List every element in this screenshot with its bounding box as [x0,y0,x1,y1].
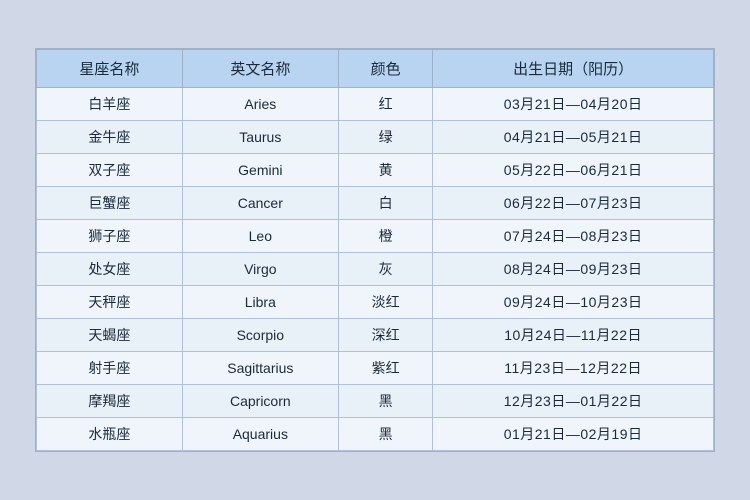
cell-chinese-name: 巨蟹座 [37,187,183,220]
cell-color: 红 [338,88,432,121]
cell-english-name: Virgo [182,253,338,286]
header-color: 颜色 [338,50,432,88]
cell-english-name: Taurus [182,121,338,154]
cell-color: 灰 [338,253,432,286]
cell-color: 橙 [338,220,432,253]
table-row: 白羊座Aries红03月21日—04月20日 [37,88,714,121]
cell-dates: 01月21日—02月19日 [433,418,714,451]
cell-dates: 11月23日—12月22日 [433,352,714,385]
cell-dates: 03月21日—04月20日 [433,88,714,121]
cell-dates: 06月22日—07月23日 [433,187,714,220]
cell-chinese-name: 射手座 [37,352,183,385]
cell-dates: 04月21日—05月21日 [433,121,714,154]
table-header-row: 星座名称 英文名称 颜色 出生日期（阳历） [37,50,714,88]
cell-chinese-name: 狮子座 [37,220,183,253]
cell-chinese-name: 天秤座 [37,286,183,319]
cell-dates: 12月23日—01月22日 [433,385,714,418]
cell-chinese-name: 双子座 [37,154,183,187]
cell-english-name: Capricorn [182,385,338,418]
cell-english-name: Leo [182,220,338,253]
cell-dates: 08月24日—09月23日 [433,253,714,286]
header-chinese-name: 星座名称 [37,50,183,88]
table-row: 摩羯座Capricorn黑12月23日—01月22日 [37,385,714,418]
cell-color: 绿 [338,121,432,154]
cell-english-name: Aquarius [182,418,338,451]
table-row: 狮子座Leo橙07月24日—08月23日 [37,220,714,253]
cell-chinese-name: 水瓶座 [37,418,183,451]
cell-chinese-name: 白羊座 [37,88,183,121]
cell-english-name: Aries [182,88,338,121]
cell-color: 黄 [338,154,432,187]
cell-chinese-name: 天蝎座 [37,319,183,352]
header-english-name: 英文名称 [182,50,338,88]
cell-color: 淡红 [338,286,432,319]
cell-color: 黑 [338,418,432,451]
cell-english-name: Libra [182,286,338,319]
table-row: 射手座Sagittarius紫红11月23日—12月22日 [37,352,714,385]
cell-chinese-name: 摩羯座 [37,385,183,418]
cell-english-name: Cancer [182,187,338,220]
cell-color: 紫红 [338,352,432,385]
zodiac-table: 星座名称 英文名称 颜色 出生日期（阳历） 白羊座Aries红03月21日—04… [36,49,714,451]
zodiac-table-container: 星座名称 英文名称 颜色 出生日期（阳历） 白羊座Aries红03月21日—04… [35,48,715,452]
table-row: 金牛座Taurus绿04月21日—05月21日 [37,121,714,154]
table-row: 天秤座Libra淡红09月24日—10月23日 [37,286,714,319]
cell-english-name: Scorpio [182,319,338,352]
cell-color: 深红 [338,319,432,352]
cell-chinese-name: 处女座 [37,253,183,286]
cell-color: 黑 [338,385,432,418]
table-row: 天蝎座Scorpio深红10月24日—11月22日 [37,319,714,352]
cell-english-name: Gemini [182,154,338,187]
cell-chinese-name: 金牛座 [37,121,183,154]
table-row: 巨蟹座Cancer白06月22日—07月23日 [37,187,714,220]
cell-color: 白 [338,187,432,220]
table-row: 水瓶座Aquarius黑01月21日—02月19日 [37,418,714,451]
table-row: 双子座Gemini黄05月22日—06月21日 [37,154,714,187]
cell-dates: 05月22日—06月21日 [433,154,714,187]
table-row: 处女座Virgo灰08月24日—09月23日 [37,253,714,286]
cell-dates: 10月24日—11月22日 [433,319,714,352]
cell-dates: 07月24日—08月23日 [433,220,714,253]
header-birth-date: 出生日期（阳历） [433,50,714,88]
cell-dates: 09月24日—10月23日 [433,286,714,319]
cell-english-name: Sagittarius [182,352,338,385]
table-body: 白羊座Aries红03月21日—04月20日金牛座Taurus绿04月21日—0… [37,88,714,451]
